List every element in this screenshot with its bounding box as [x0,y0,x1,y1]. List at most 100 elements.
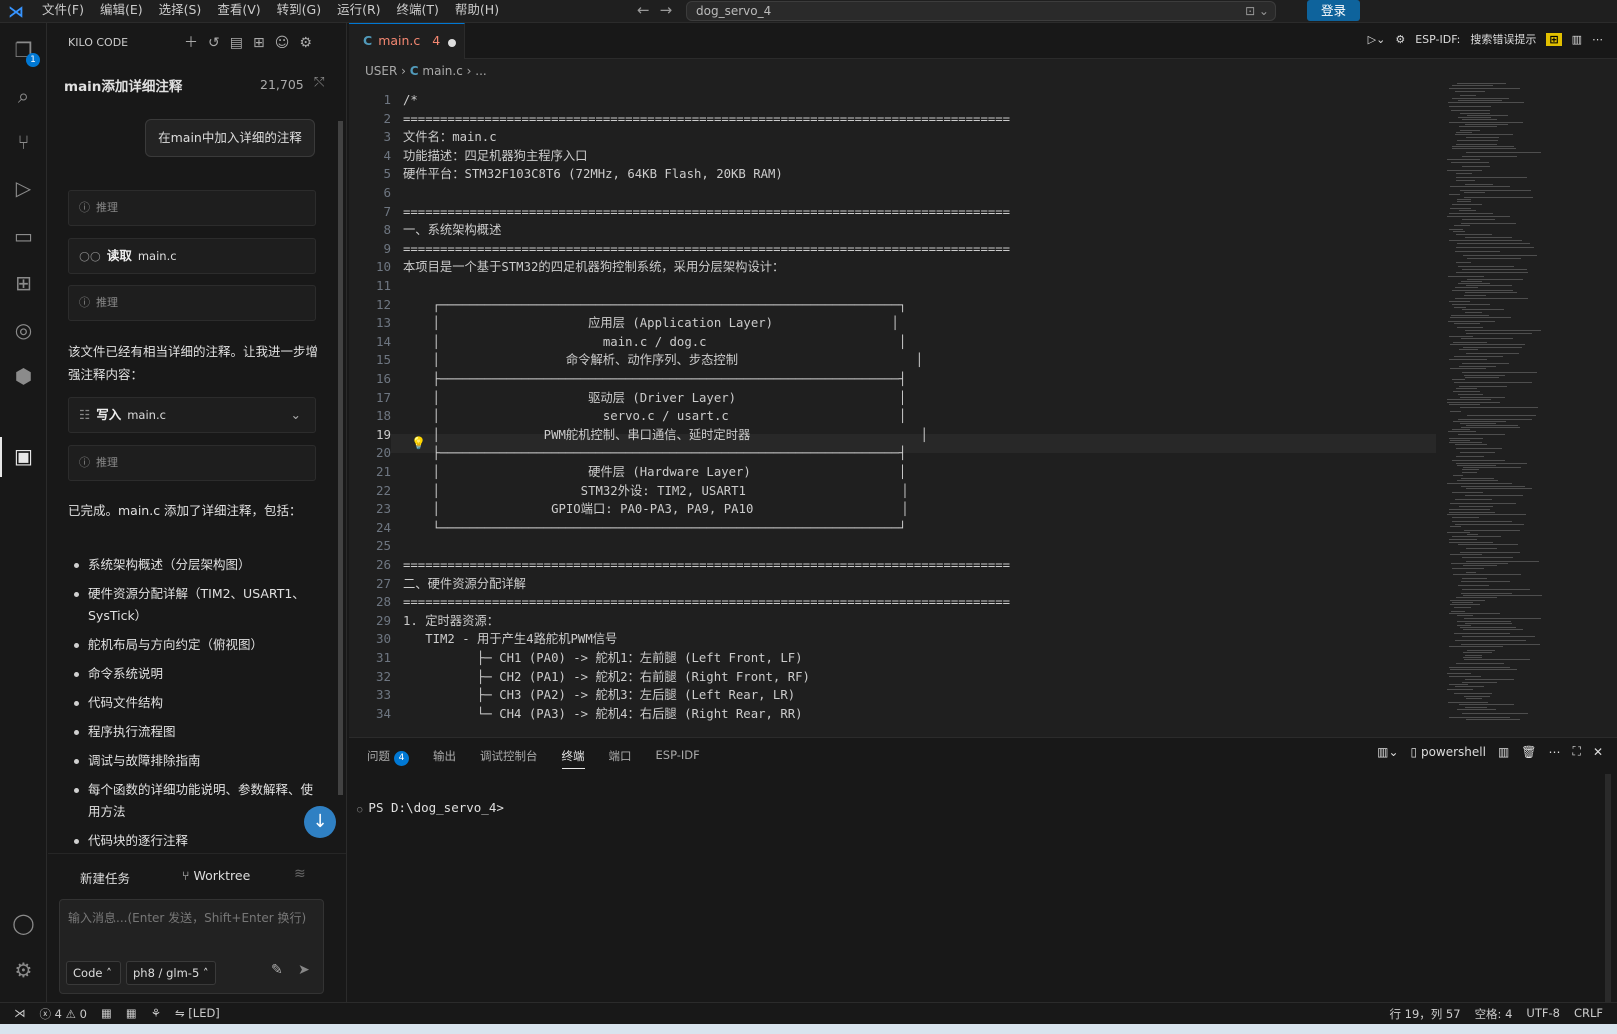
close-icon[interactable]: ✕ [1593,745,1603,759]
esp-idf-icon[interactable]: ⊞ [1546,32,1562,46]
remote-explorer-icon[interactable]: ▭ [8,221,39,252]
code-line[interactable]: ├───────────────────────────────────────… [403,444,907,463]
tab-output[interactable]: 输出 [433,748,456,769]
collapse-icon[interactable]: ⤲ [314,75,324,90]
enhance-prompt-icon[interactable]: ✎ [271,962,283,978]
tab-terminal[interactable]: 终端 [561,748,585,769]
tab-esp-idf[interactable]: ESP-IDF [656,748,700,769]
code-line[interactable]: │ GPIO端口: PA0-PA3, PA9, PA10 │ [403,500,909,519]
tab-main-c[interactable]: Cmain.c 4 [349,23,465,59]
code-line[interactable]: 文件名：main.c [403,128,497,147]
explorer-icon[interactable]: ❐ 1 [8,35,40,67]
new-terminal-icon[interactable]: ▥⌄ [1377,745,1398,759]
account-icon[interactable]: ◯ [8,908,39,939]
marketplace-icon[interactable]: ▤ [230,35,253,51]
run-icon[interactable]: ▷⌄ [1368,33,1386,46]
code-line[interactable]: │ main.c / dog.c │ [403,333,907,352]
code-line[interactable]: ========================================… [403,110,1010,129]
code-line[interactable]: ├─ CH3 (PA2) -> 舵机3：左后腿 (Left Rear, LR) [403,686,795,705]
chevron-down-icon[interactable]: ⌄ [291,398,301,432]
source-control-icon[interactable]: ⑂ [8,127,39,158]
terminal-shell[interactable]: ▯ powershell [1411,745,1486,759]
nav-arrows[interactable]: ←→ [637,1,682,19]
code-line[interactable]: 本项目是一个基于STM32的四足机器狗控制系统，采用分层架构设计： [403,258,784,277]
send-icon[interactable]: ➤ [298,962,310,978]
maximize-icon[interactable]: ⛶ [1573,744,1581,759]
plus-icon[interactable]: ＋ [184,35,208,51]
esp-search-errors-button[interactable]: 搜索错误提示 [1470,31,1536,47]
worktree-button[interactable]: ⑂ Worktree [182,868,250,883]
code-line[interactable]: ========================================… [403,556,1010,575]
split-terminal-icon[interactable]: ▥ [1498,745,1509,759]
code-line[interactable]: ========================================… [403,240,1010,259]
write-file-block[interactable]: ☷ 写入 main.c ⌄ [68,397,316,433]
code-line[interactable]: TIM2 - 用于产生4路舵机PWM信号 [403,630,617,649]
build-icon[interactable]: ▦ [101,1006,112,1022]
search-icon[interactable]: ⌕ [8,81,39,112]
code-line[interactable]: │ PWM舵机控制、串口通信、延时定时器 │ [403,426,928,445]
menu-terminal[interactable]: 终端(T) [389,0,447,23]
sidebar-scrollbar[interactable] [338,121,343,795]
code-line[interactable]: │ STM32外设: TIM2, USART1 │ [403,482,909,501]
code-line[interactable]: 1. 定时器资源： [403,612,499,631]
copilot-icon[interactable]: ⊡ ⌄ [1245,2,1269,20]
more-icon[interactable]: ⋯ [1549,745,1561,759]
code-line[interactable]: │ 应用层 (Application Layer) │ [403,314,899,333]
code-line[interactable]: ========================================… [403,203,1010,222]
editor-scrollbar[interactable] [1607,83,1617,731]
terminal-scrollbar[interactable] [1605,774,1611,1004]
extensions-icon[interactable]: ⊞ [8,268,39,299]
model-select[interactable]: ph8 / glm-5 ˄ [126,961,216,985]
task-title[interactable]: main添加详细注释 [64,75,182,95]
code-line[interactable]: ├─ CH1 (PA0) -> 舵机1：左前腿 (Left Front, LF) [403,649,803,668]
terminal-prompt[interactable]: ○ PS D:\dog_servo_4> [357,800,504,815]
encoding[interactable]: UTF-8 [1526,1006,1560,1022]
menu-view[interactable]: 查看(V) [209,0,268,23]
code-line[interactable]: 功能描述：四足机器狗主程序入口 [403,147,587,166]
breadcrumb-symbol[interactable]: ... [475,64,486,78]
tab-debug-console[interactable]: 调试控制台 [480,748,538,769]
history-icon[interactable]: ↺ [208,35,230,51]
code-line[interactable]: │ 硬件层 (Hardware Layer) │ [403,463,907,482]
code-line[interactable]: └─ CH4 (PA3) -> 舵机4：右后腿 (Right Rear, RR) [403,705,803,724]
mode-select[interactable]: Code ˄ [66,961,121,985]
split-editor-icon[interactable]: ▥ [1572,33,1582,46]
cursor-position[interactable]: 行 19，列 57 [1389,1006,1460,1022]
code-line[interactable]: 硬件平台：STM32F103C8T6 (72MHz, 64KB Flash, 2… [403,165,783,184]
reasoning-block[interactable]: ⓘ 推理 [68,190,316,226]
menu-help[interactable]: 帮助(H) [447,0,507,23]
code-line[interactable]: │ 驱动层 (Driver Layer) │ [403,389,907,408]
code-line[interactable]: ┌───────────────────────────────────────… [403,296,907,315]
breadcrumb-folder[interactable]: USER [365,64,397,78]
chat-input[interactable]: 输入消息...(Enter 发送，Shift+Enter 换行) Code ˄ … [59,899,324,994]
command-center[interactable]: dog_servo_4 ⊡ ⌄ [686,1,1276,21]
profile-icon[interactable]: ☺ [275,35,300,51]
run-debug-icon[interactable]: ▷ [8,173,39,204]
code-line[interactable]: │ 命令解析、动作序列、步态控制 │ [403,351,924,370]
kilo-code-icon[interactable]: ▣ [8,441,39,472]
flash-icon[interactable]: ▦ [126,1006,137,1022]
remote-icon[interactable]: ⋊ [14,1006,26,1022]
unsaved-dot-icon[interactable] [448,39,456,47]
code-line[interactable]: 二、硬件资源分配详解 [403,575,526,594]
code-line[interactable]: ========================================… [403,593,1010,612]
code-line[interactable]: ├─ CH2 (PA1) -> 舵机2：右前腿 (Right Front, RF… [403,668,810,687]
led-status[interactable]: ⇋ [LED] [175,1006,220,1022]
code-line[interactable]: └───────────────────────────────────────… [403,519,907,538]
breadcrumb-file[interactable]: main.c [422,64,462,78]
python-icon[interactable]: ⬢ [8,361,39,392]
minimap[interactable] [1447,83,1567,731]
code-line[interactable]: 一、系统架构概述 [403,221,501,240]
read-file-block[interactable]: ○○ 读取 main.c [68,238,316,274]
problems-status[interactable]: ⓧ 4 ⚠ 0 [40,1006,87,1022]
code-line[interactable]: ├───────────────────────────────────────… [403,370,907,389]
menu-edit[interactable]: 编辑(E) [92,0,151,23]
tab-problems[interactable]: 问题 4 [367,748,409,769]
grid-icon[interactable]: ⊞ [253,35,275,51]
settings-icon[interactable]: ⚙ [299,35,322,51]
scroll-to-bottom-button[interactable]: ↓ [304,806,336,838]
code-line[interactable]: │ servo.c / usart.c │ [403,407,907,426]
login-button[interactable]: 登录 [1307,0,1360,21]
layers-icon[interactable]: ≋ [294,866,306,882]
reasoning-block[interactable]: ⓘ 推理 [68,445,316,481]
